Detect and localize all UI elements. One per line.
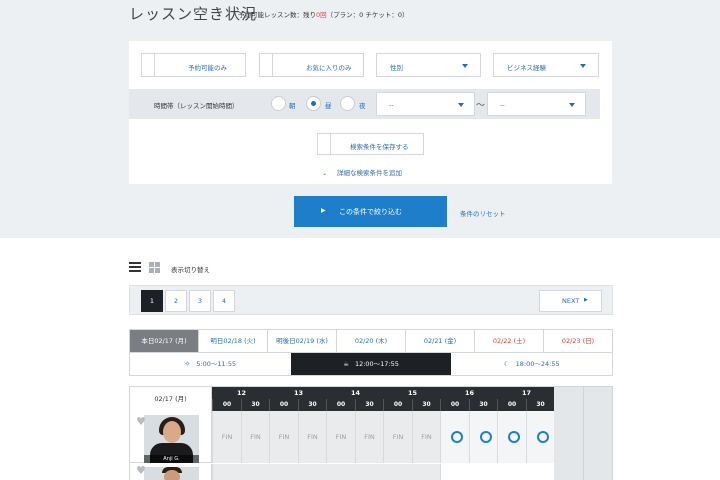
checkbox-box <box>317 133 331 155</box>
slot-cell-available[interactable] <box>469 411 497 463</box>
arrow-right-icon: ▶ <box>584 297 588 303</box>
minute-header: 00 <box>497 399 526 411</box>
hour-header: 13 <box>269 387 326 399</box>
caret-down-icon <box>580 64 586 68</box>
minute-header: 30 <box>526 399 554 411</box>
teacher-name: Anji G. <box>144 455 199 463</box>
business-experience-select[interactable]: ビジネス経験 <box>493 53 599 77</box>
minute-header: 30 <box>241 399 269 411</box>
hour-header: 17 <box>497 387 554 399</box>
tab-day-0219[interactable]: 明後日02/19 (水) <box>268 330 337 352</box>
slot-cell-available[interactable] <box>497 411 526 463</box>
minute-header: 30 <box>469 399 497 411</box>
heart-icon[interactable]: ♥ <box>136 415 146 428</box>
available-only-checkbox[interactable]: 予約可能のみ <box>141 53 246 77</box>
column-divider <box>583 387 584 480</box>
gender-select[interactable]: 性別 <box>376 53 481 77</box>
coffee-icon: ☕ <box>343 360 349 368</box>
add-detail-filters-link[interactable]: ⌄ 詳細な検索条件を追加 <box>322 167 402 177</box>
arrow-right-icon: ▶ <box>321 207 326 214</box>
page-2[interactable]: 2 <box>165 290 187 312</box>
tab-slot-evening[interactable]: ☾ 18:00〜24:55 <box>451 353 613 375</box>
slot-cell-finished: FIN <box>412 411 440 463</box>
slot-row <box>440 464 554 480</box>
minute-header: 00 <box>440 399 469 411</box>
slot-cell-available[interactable] <box>440 411 469 463</box>
moon-icon: ☾ <box>503 360 510 368</box>
remaining-lessons: 予約可能レッスン数：残り0回（プラン：0 チケット：0） <box>238 11 409 19</box>
tab-day-0223[interactable]: 02/23 (日) <box>544 330 612 352</box>
minute-header: 30 <box>355 399 383 411</box>
tab-day-0218[interactable]: 明日02/18 (火) <box>199 330 268 352</box>
teacher-card[interactable]: Anji G. ♥ <box>130 411 212 463</box>
checkbox-box <box>259 53 273 77</box>
radio-night[interactable] <box>340 96 355 111</box>
reset-filters-link[interactable]: 条件のリセット <box>460 208 506 218</box>
list-view-icon[interactable] <box>129 262 141 272</box>
minute-header: 00 <box>326 399 355 411</box>
time-from-select[interactable]: -- <box>376 92 475 116</box>
tab-slot-morning[interactable]: ☼ 5:00〜11:55 <box>130 353 291 375</box>
tab-day-0222[interactable]: 02/22 (土) <box>475 330 544 352</box>
minute-header: 30 <box>298 399 326 411</box>
time-slot-tabs: ☼ 5:00〜11:55 ☕ 12:00〜17:55 ☾ 18:00〜24:55 <box>129 353 613 376</box>
slot-cell-finished: FIN <box>355 411 383 463</box>
grid-view-icon[interactable] <box>149 262 160 273</box>
available-circle-icon <box>480 431 492 443</box>
available-circle-icon <box>537 431 549 443</box>
search-button[interactable]: ▶ この条件で絞り込む <box>294 196 447 227</box>
schedule-date: 02/17 (月) <box>130 387 212 411</box>
slot-cell-available[interactable] <box>526 411 554 463</box>
minute-header: 30 <box>412 399 440 411</box>
tab-slot-afternoon[interactable]: ☕ 12:00〜17:55 <box>290 353 452 375</box>
page-4[interactable]: 4 <box>213 290 235 312</box>
pagination: 1 2 3 4 NEXT ▶ <box>129 285 613 315</box>
remaining-count: 0回 <box>316 11 327 19</box>
radio-morning[interactable] <box>271 96 286 111</box>
page-1[interactable]: 1 <box>141 290 163 312</box>
schedule-grid: 02/17 (月) 12 13 14 15 16 17 00 30 00 30 … <box>129 386 613 480</box>
slot-cell-finished: FIN <box>326 411 355 463</box>
view-toggle-label: 表示切り替え <box>171 266 210 274</box>
caret-down-icon <box>462 64 468 68</box>
hour-header: 14 <box>326 387 383 399</box>
caret-down-icon <box>569 103 575 107</box>
hour-header: 15 <box>383 387 440 399</box>
slot-cell-finished: FIN <box>212 411 241 463</box>
time-to-select[interactable]: -- <box>487 92 586 116</box>
save-search-checkbox[interactable]: 検索条件を保存する <box>317 133 424 155</box>
slot-cell-finished: FIN <box>298 411 326 463</box>
sun-icon: ☼ <box>184 360 191 368</box>
minute-header: 00 <box>269 399 298 411</box>
caret-down-icon <box>458 103 464 107</box>
chevron-down-icon: ⌄ <box>322 170 328 177</box>
tab-day-0221[interactable]: 02/21 (金) <box>406 330 475 352</box>
slot-cell-finished: FIN <box>383 411 412 463</box>
teacher-photo[interactable]: Anji G. <box>144 415 199 463</box>
filter-panel: 予約可能のみ お気に入りのみ 性別 ビジネス経験 時間帯（レッスン開始時間） 朝… <box>129 41 612 184</box>
minute-header: 00 <box>383 399 412 411</box>
time-label: 時間帯（レッスン開始時間） <box>154 102 239 110</box>
slot-cell-finished: FIN <box>241 411 269 463</box>
available-circle-icon <box>508 431 520 443</box>
next-page-button[interactable]: NEXT ▶ <box>539 290 602 312</box>
slot-row <box>212 464 440 480</box>
hour-header: 16 <box>440 387 497 399</box>
day-tabs: 本日02/17 (月) 明日02/18 (火) 明後日02/19 (水) 02/… <box>129 329 613 353</box>
favorites-only-checkbox[interactable]: お気に入りのみ <box>259 53 364 77</box>
available-circle-icon <box>451 431 463 443</box>
page-3[interactable]: 3 <box>189 290 211 312</box>
heart-icon[interactable]: ♥ <box>136 464 146 477</box>
minute-header: 00 <box>212 399 241 411</box>
hour-header: 12 <box>212 387 269 399</box>
tab-day-0220[interactable]: 02/20 (木) <box>337 330 406 352</box>
tab-day-0217[interactable]: 本日02/17 (月) <box>130 330 199 352</box>
slot-cell-finished: FIN <box>269 411 298 463</box>
teacher-photo[interactable] <box>144 467 199 480</box>
radio-noon[interactable] <box>306 96 321 111</box>
checkbox-box <box>141 53 155 77</box>
time-filter-row: 時間帯（レッスン開始時間） 朝 昼 夜 -- 〜 -- <box>129 89 600 119</box>
teacher-card[interactable]: ♥ <box>130 464 212 480</box>
